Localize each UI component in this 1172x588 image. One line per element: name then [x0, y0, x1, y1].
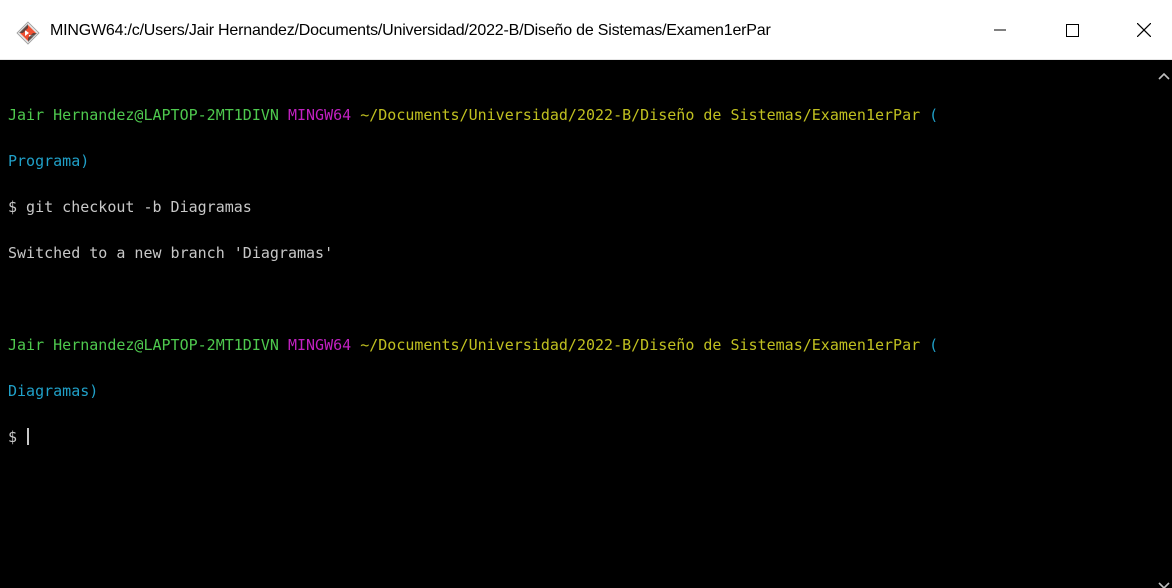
output-line: Switched to a new branch 'Diagramas'	[8, 244, 334, 262]
prompt-branch-line: Programa)	[8, 150, 1154, 173]
prompt-path: ~/Documents/Universidad/2022-B/Diseño de…	[360, 336, 921, 354]
maximize-icon	[1065, 23, 1079, 37]
prompt-line: Jair Hernandez@LAPTOP-2MT1DIVN MINGW64 ~…	[8, 334, 1154, 357]
close-button[interactable]	[1108, 0, 1172, 60]
close-icon	[1137, 23, 1151, 37]
prompt-branch-line: Diagramas)	[8, 380, 1154, 403]
input-line[interactable]: $	[8, 426, 1154, 449]
prompt-branch-open: (	[929, 336, 939, 354]
prompt-system: MINGW64	[287, 336, 352, 354]
git-bash-icon[interactable]	[16, 21, 40, 45]
prompt-system: MINGW64	[287, 106, 352, 124]
text-cursor	[27, 428, 30, 445]
prompt-branch: Diagramas)	[8, 382, 99, 400]
prompt-user-host: Jair Hernandez@LAPTOP-2MT1DIVN	[8, 106, 279, 124]
scroll-up-arrow-icon[interactable]	[1158, 68, 1170, 80]
prompt-line: Jair Hernandez@LAPTOP-2MT1DIVN MINGW64 ~…	[8, 104, 1154, 127]
terminal-output[interactable]: Jair Hernandez@LAPTOP-2MT1DIVN MINGW64 ~…	[0, 60, 1154, 588]
scroll-down-arrow-icon[interactable]	[1158, 578, 1170, 588]
prompt-branch: Programa)	[8, 152, 90, 170]
prompt-user-host: Jair Hernandez@LAPTOP-2MT1DIVN	[8, 336, 279, 354]
title-bar[interactable]: MINGW64:/c/Users/Jair Hernandez/Document…	[0, 0, 1172, 60]
vertical-scrollbar[interactable]	[1154, 60, 1172, 588]
command-line: $ git checkout -b Diagramas	[8, 198, 252, 216]
minimize-button[interactable]	[964, 0, 1036, 60]
prompt-path: ~/Documents/Universidad/2022-B/Diseño de…	[360, 106, 921, 124]
prompt-branch-open: (	[929, 106, 939, 124]
terminal-window: MINGW64:/c/Users/Jair Hernandez/Document…	[0, 0, 1172, 588]
minimize-icon	[994, 24, 1006, 36]
window-title: MINGW64:/c/Users/Jair Hernandez/Document…	[50, 22, 771, 39]
maximize-button[interactable]	[1036, 0, 1108, 60]
prompt-symbol: $	[8, 428, 27, 446]
